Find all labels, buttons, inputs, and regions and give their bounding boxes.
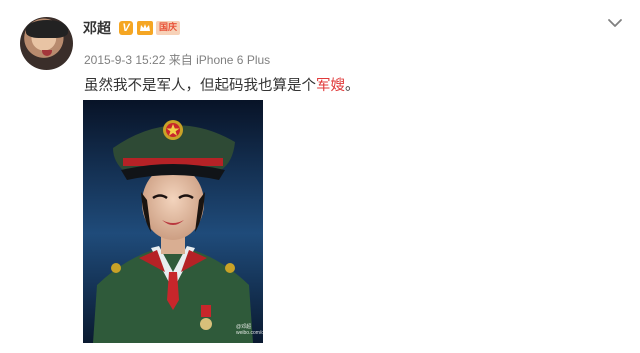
post-meta: 2015-9-3 15:22 来自 iPhone 6 Plus (84, 51, 270, 68)
chevron-down-icon[interactable] (606, 14, 624, 32)
avatar[interactable] (20, 17, 73, 70)
author-name[interactable]: 邓超 (83, 18, 111, 38)
author-line: 邓超 V 国庆 (83, 18, 181, 38)
post-text-main: 虽然我不是军人，但起码我也算是个 (84, 78, 316, 94)
photo-watermark: @邓超 weibo.com/dengchao (236, 324, 284, 336)
verified-badge[interactable]: V (119, 21, 133, 35)
event-badge[interactable]: 国庆 (156, 21, 181, 35)
post-timestamp[interactable]: 2015-9-3 15:22 (84, 53, 165, 67)
photo-illustration (83, 100, 263, 343)
post-text: 虽然我不是军人，但起码我也算是个军嫂。 (84, 74, 360, 95)
source-prefix: 来自 (168, 53, 193, 67)
avatar-hair (26, 20, 68, 38)
crown-icon[interactable] (137, 21, 153, 35)
weibo-post: 邓超 V 国庆 2015-9-3 15:22 来自 iPhone 6 Plus … (0, 0, 640, 353)
avatar-mouth (42, 50, 52, 56)
watermark-url: weibo.com/dengchao (236, 330, 284, 336)
post-source[interactable]: iPhone 6 Plus (196, 53, 270, 67)
post-photo[interactable] (83, 100, 263, 343)
post-text-highlight[interactable]: 军嫂 (316, 78, 345, 94)
post-text-end: 。 (345, 78, 360, 94)
